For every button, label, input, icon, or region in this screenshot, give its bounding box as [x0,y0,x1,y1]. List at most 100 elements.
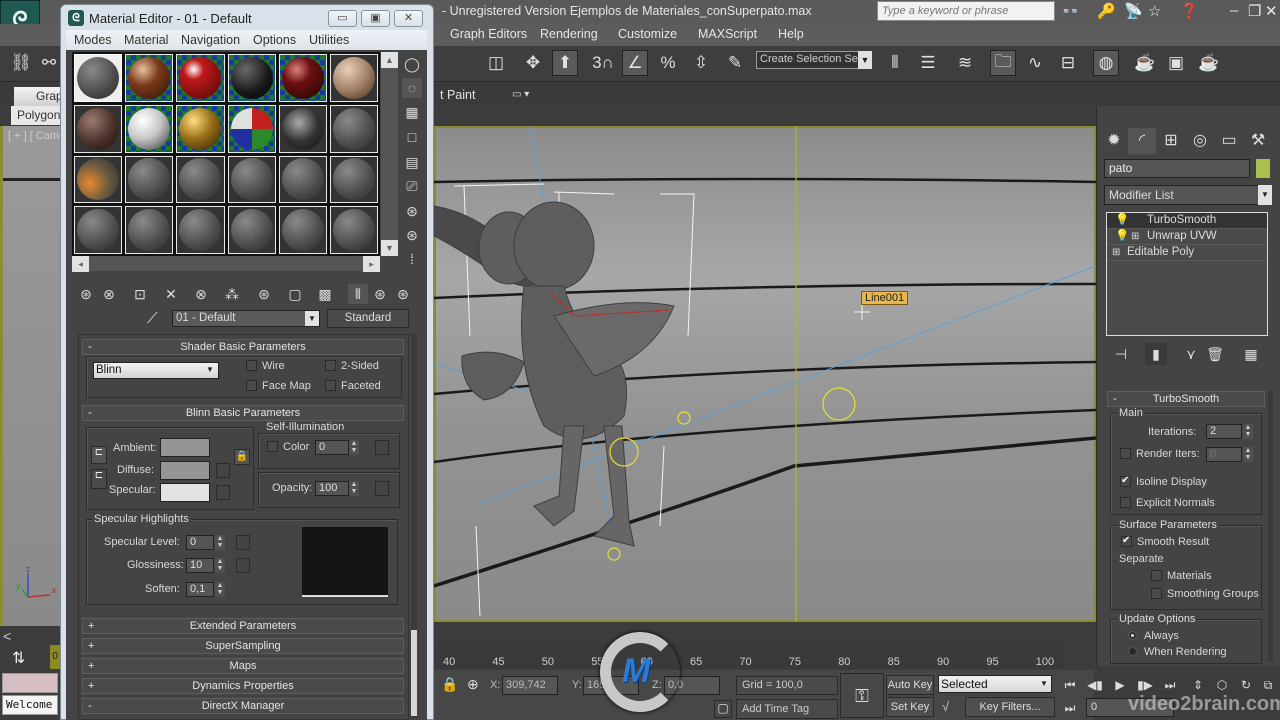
iterations-spinner[interactable]: 2 [1206,424,1242,439]
options-icon[interactable]: ⊛ [402,201,422,221]
layer-manager-icon[interactable]: ≋ [952,50,978,76]
previous-frame-icon[interactable]: ◀▮ [1085,676,1105,694]
next-frame-icon[interactable]: ▮▶ [1135,676,1155,694]
sample-slots-vscroll[interactable]: ▲ ▼ [381,52,398,256]
sample-slot[interactable] [176,206,225,254]
spinner-arrows-icon[interactable]: ▲ ▼ [1243,447,1253,462]
modifier-list-dropdown[interactable]: Modifier List [1104,185,1260,205]
minimize-button[interactable]: ▭ [328,10,357,27]
chevron-down-icon[interactable]: ▼ [858,51,872,69]
key-mode-toggle-icon[interactable]: ⏭ [1060,699,1080,717]
maxscript-listener-input[interactable] [2,673,58,693]
mat-menu-navigation[interactable]: Navigation [181,33,240,47]
utilities-tab-icon[interactable]: ⚒ [1244,128,1272,154]
assign-material-icon[interactable]: ⊡ [130,284,150,304]
sample-slot[interactable] [176,104,225,153]
rollout-supersampling[interactable]: + SuperSampling [82,638,404,654]
window-crossing-icon[interactable]: ◫ [483,50,509,76]
backlight-icon[interactable]: ◌ [402,78,422,98]
field-of-view-icon[interactable]: ⬡ [1212,676,1232,694]
key-mode-dropdown[interactable]: Selected [938,675,1052,693]
go-to-end-icon[interactable]: ⏭ [1160,676,1180,694]
spinner-snap-icon[interactable]: ⇳ [688,50,714,76]
maxscript-listener-output[interactable]: Welcome [2,695,58,715]
always-radio[interactable] [1128,631,1137,640]
explicit-normals-checkbox[interactable] [1120,497,1131,508]
satellite-icon[interactable]: 📡 [1124,2,1143,20]
create-tab-icon[interactable]: ✹ [1100,128,1128,154]
spinner-arrows-icon[interactable]: ▲ ▼ [215,558,225,573]
snaps-toggle-icon[interactable]: 3 ∩ [590,50,616,76]
ribbon-tab-object-paint[interactable]: t Paint [440,88,475,102]
orbit-icon[interactable]: ↻ [1236,676,1256,694]
time-slider-toggle-icon[interactable]: ⇅ [12,648,25,668]
configure-modifier-sets-icon[interactable]: ▦ [1240,343,1262,365]
show-end-result-icon[interactable]: ▮ [1145,343,1167,365]
remove-modifier-icon[interactable]: 🗑 [1204,343,1226,365]
motion-tab-icon[interactable]: ◎ [1186,128,1214,154]
put-material-to-scene-icon[interactable]: ⊗ [99,284,119,304]
object-color-swatch[interactable] [1256,159,1270,178]
rollout-turbosmooth[interactable]: - TurboSmooth [1107,391,1265,407]
background-checker-icon[interactable]: ▦ [402,102,422,122]
sample-slot[interactable] [227,206,276,254]
maximize-viewport-icon[interactable]: ⧉ [1258,676,1278,694]
modify-tab-icon[interactable]: ◜ [1128,128,1156,154]
self-illum-map-button[interactable] [375,440,389,455]
spinner-arrows-icon[interactable]: ▲ ▼ [215,582,225,597]
lightbulb-icon[interactable]: 💡 [1115,213,1129,228]
render-production-icon[interactable]: ☕ [1196,50,1222,76]
sample-slot[interactable] [329,104,378,153]
material-type-button[interactable]: Standard [327,309,409,328]
wire-checkbox[interactable] [246,360,257,371]
restore-icon[interactable]: ❐ [1248,2,1261,20]
opacity-map-button[interactable] [375,481,389,496]
select-manipulate-icon[interactable]: ⬆ [552,50,578,76]
sample-slot[interactable] [329,54,378,102]
object-name-field[interactable]: pato [1104,159,1250,178]
default-tangent-icon[interactable]: √ [942,699,949,714]
face-map-checkbox[interactable] [246,380,257,391]
curve-editor-icon[interactable]: ∿ [1022,50,1048,76]
material-name-field[interactable]: 01 - Default [172,310,320,327]
ambient-color-swatch[interactable] [160,438,210,457]
sample-slot[interactable] [278,155,327,204]
x-coordinate-field[interactable]: 309,742 [502,676,558,695]
scroll-left-icon[interactable]: ◂ [72,256,89,272]
select-move-icon[interactable]: ✥ [520,50,546,76]
mat-menu-utilities[interactable]: Utilities [309,33,349,47]
command-panel-scrollbar[interactable] [1268,390,1273,662]
go-to-parent-icon[interactable]: ⫴ [348,284,368,304]
chevron-down-icon[interactable]: ▼ [1258,185,1272,205]
show-map-in-viewport-icon[interactable]: ▢ [285,284,305,304]
percent-snap-icon[interactable]: % [655,50,681,76]
specular-map-button[interactable] [216,485,230,500]
self-illum-spinner[interactable]: 0 [315,440,349,455]
render-iters-checkbox[interactable] [1120,448,1131,459]
rollout-directx-manager[interactable]: - DirectX Manager [82,698,404,714]
shader-type-dropdown[interactable]: Blinn [93,362,219,379]
stack-item-editable-poly[interactable]: ⊞ Editable Poly [1107,245,1267,261]
specular-color-swatch[interactable] [160,483,210,502]
video-color-check-icon[interactable]: ▤ [402,152,422,172]
reset-map-icon[interactable]: ✕ [161,284,181,304]
expand-icon[interactable]: ⊞ [1112,245,1120,260]
smooth-result-checkbox[interactable] [1121,535,1132,547]
spinner-arrows-icon[interactable]: ▲ ▼ [215,535,225,550]
close-button[interactable]: ✕ [394,10,423,27]
make-unique-icon[interactable]: ⊗ [191,284,211,304]
specular-level-map-button[interactable] [236,535,250,550]
left-viewport[interactable] [0,126,60,626]
sample-slot[interactable] [278,54,327,102]
auto-key-button[interactable]: Auto Key [886,675,934,695]
viewport-label[interactable]: [ + ] [ Came [8,130,60,142]
parameters-scroll-thumb[interactable] [411,630,417,716]
expand-icon[interactable]: ⊞ [1131,229,1139,244]
glossiness-map-button[interactable] [236,558,250,573]
rollout-shader-basic[interactable]: - Shader Basic Parameters [82,339,404,355]
zoom-extents-icon[interactable]: ⇕ [1188,676,1208,694]
sample-type-icon[interactable]: ◯ [402,54,422,74]
sample-slot[interactable] [227,104,276,153]
menu-maxscript[interactable]: MAXScript [698,27,757,41]
help-icon[interactable]: ❓ [1180,2,1199,20]
